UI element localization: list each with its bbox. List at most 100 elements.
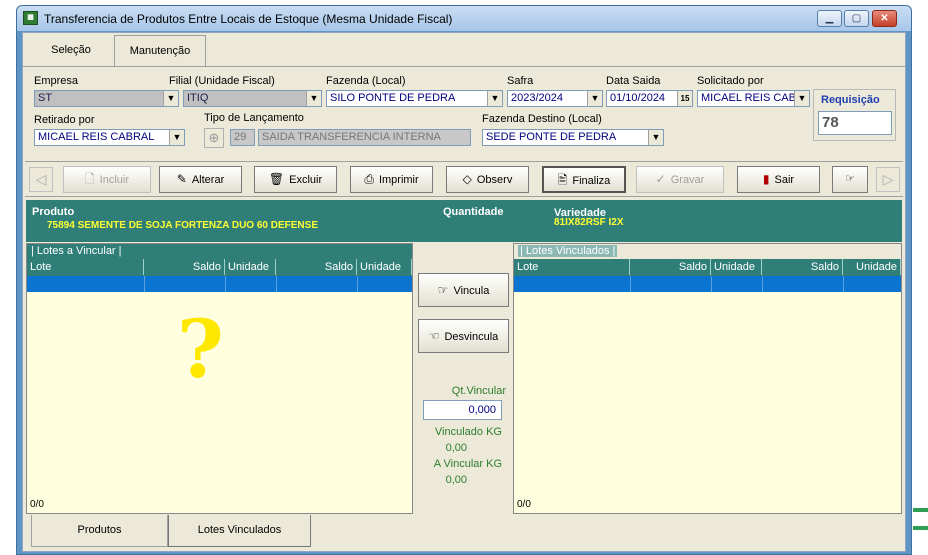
edit-icon: ✎	[176, 172, 187, 186]
left-grid-counter: 0/0	[30, 499, 44, 510]
column-lote[interactable]: Lote	[514, 259, 630, 275]
lotes-vinculados-grid[interactable]: | Lotes Vinculados | Lote Saldo Unidade …	[513, 243, 902, 514]
background-fragment	[913, 508, 928, 512]
checkmark-icon: ✓	[655, 172, 666, 186]
tipo-description-field: SAIDA TRANSFERENCIA INTERNA	[258, 129, 471, 146]
chevron-down-icon[interactable]: ▼	[306, 91, 321, 106]
produto-value: 75894 SEMENTE DE SOJA FORTENZA DUO 60 DE…	[47, 220, 318, 231]
solicitado-select[interactable]: MICAEL REIS CABR ▼	[697, 90, 810, 107]
table-row[interactable]	[27, 276, 412, 292]
tab-lotes-vinculados[interactable]: Lotes Vinculados	[168, 515, 311, 547]
excluir-button[interactable]: 🗑 Excluir	[254, 166, 337, 193]
right-grid-counter: 0/0	[517, 499, 531, 510]
toolbar: ◁ 🗋 Incluir ✎ Alterar 🗑 Excluir ⎙ Imprimir ◇…	[25, 161, 903, 197]
vincula-button[interactable]: ☞ Vincula	[418, 273, 509, 307]
chevron-down-icon[interactable]: ▼	[169, 130, 184, 145]
finalize-document-icon: 🖹	[557, 173, 568, 187]
lotes-a-vincular-grid[interactable]: | Lotes a Vincular | Lote Saldo Unidade …	[26, 243, 413, 514]
exit-door-icon: ▮	[762, 172, 770, 186]
alterar-button[interactable]: ✎ Alterar	[159, 166, 242, 193]
a-vincular-kg-label: A Vincular KG	[433, 458, 502, 470]
filial-label: Filial (Unidade Fiscal)	[169, 75, 275, 87]
chevron-down-icon[interactable]: ▼	[794, 91, 809, 106]
document-icon: 🗋	[85, 172, 95, 186]
client-area: Seleção Manutenção Empresa Filial (Unida…	[22, 32, 906, 552]
retirado-select[interactable]: MICAEL REIS CABRAL ▼	[34, 129, 185, 146]
lotes-a-vincular-title: | Lotes a Vincular |	[27, 244, 412, 259]
pointing-hand-icon: ☞	[845, 173, 855, 185]
question-mark-annotation: ?	[177, 302, 224, 396]
eraser-icon: ◇	[462, 172, 472, 186]
retirado-label: Retirado por	[34, 114, 95, 126]
column-saldo[interactable]: Saldo	[762, 259, 843, 275]
destino-select[interactable]: SEDE PONTE DE PEDRA ▼	[482, 129, 664, 146]
qt-vincular-label: Qt.Vincular	[451, 385, 506, 397]
pointing-hand-button[interactable]: ☞	[832, 166, 868, 193]
calendar-icon[interactable]: 15	[677, 91, 692, 106]
tipo-code-field: 29	[230, 129, 255, 146]
close-button[interactable]: ✕	[872, 10, 897, 27]
tab-selecao[interactable]: Seleção	[28, 35, 114, 66]
tab-manutencao[interactable]: Manutenção	[114, 35, 206, 66]
chevron-down-icon[interactable]: ▼	[487, 91, 502, 106]
prev-arrow-icon[interactable]: ◁	[29, 167, 53, 192]
fazenda-select[interactable]: SILO PONTE DE PEDRA ▼	[326, 90, 503, 107]
vinculado-kg-value: 0,00	[445, 442, 467, 454]
filial-select[interactable]: ITIQ ▼	[183, 90, 322, 107]
background-fragment	[913, 526, 928, 530]
tipo-label: Tipo de Lançamento	[204, 112, 304, 124]
a-vincular-kg-value: 0,00	[445, 474, 467, 486]
column-unidade[interactable]: Unidade	[711, 259, 762, 275]
minimize-button[interactable]: ▁	[817, 10, 842, 27]
produto-label: Produto	[32, 206, 75, 218]
chevron-down-icon[interactable]: ▼	[587, 91, 602, 106]
column-unidade[interactable]: Unidade	[225, 259, 276, 275]
product-header: Produto 75894 SEMENTE DE SOJA FORTENZA D…	[26, 200, 902, 242]
chevron-down-icon[interactable]: ▼	[163, 91, 178, 106]
safra-select[interactable]: 2023/2024 ▼	[507, 90, 603, 107]
column-saldo[interactable]: Saldo	[630, 259, 711, 275]
tab-divider	[23, 66, 905, 67]
gravar-button[interactable]: ✓ Gravar	[636, 166, 724, 193]
finaliza-button[interactable]: 🖹 Finaliza	[542, 166, 626, 193]
title-bar[interactable]: ▦ Transferencia de Produtos Entre Locais…	[17, 6, 911, 31]
incluir-button[interactable]: 🗋 Incluir	[63, 166, 151, 193]
column-unidade[interactable]: Unidade	[357, 259, 412, 275]
column-saldo[interactable]: Saldo	[276, 259, 357, 275]
column-unidade[interactable]: Unidade	[843, 259, 901, 275]
requisicao-box: Requisição 78	[813, 89, 896, 141]
imprimir-button[interactable]: ⎙ Imprimir	[350, 166, 433, 193]
left-grid-header: Lote Saldo Unidade Saldo Unidade	[27, 259, 412, 276]
table-row[interactable]	[514, 276, 901, 292]
variedade-value: 81IX82RSF I2X	[554, 217, 624, 228]
app-grid-icon: ▦	[23, 11, 38, 25]
maximize-button[interactable]: ▢	[844, 10, 869, 27]
window-title: Transferencia de Produtos Entre Locais d…	[44, 12, 453, 26]
fazenda-label: Fazenda (Local)	[326, 75, 406, 87]
middle-panel: ☞ Vincula ☜ Desvincula Qt.Vincular 0,000 V…	[416, 243, 511, 514]
column-lote[interactable]: Lote	[27, 259, 144, 275]
observ-button[interactable]: ◇ Observ	[446, 166, 529, 193]
requisicao-label: Requisição	[821, 94, 880, 106]
solicitado-label: Solicitado por	[697, 75, 764, 87]
desvincula-button[interactable]: ☜ Desvincula	[418, 319, 509, 353]
data-saida-field[interactable]: 01/10/2024 15	[606, 90, 693, 107]
empresa-select[interactable]: ST ▼	[34, 90, 179, 107]
data-saida-label: Data Saida	[606, 75, 661, 87]
quantidade-label: Quantidade	[443, 206, 504, 218]
empresa-label: Empresa	[34, 75, 79, 87]
column-saldo[interactable]: Saldo	[144, 259, 225, 275]
sair-button[interactable]: ▮ Sair	[737, 166, 820, 193]
zoom-search-icon[interactable]: ⊕	[204, 128, 224, 148]
qt-vincular-input[interactable]: 0,000	[423, 400, 502, 420]
tab-produtos[interactable]: Produtos	[31, 515, 168, 547]
pointing-hand-icon: ☞	[437, 283, 449, 297]
next-arrow-icon[interactable]: ▷	[876, 167, 900, 192]
trash-icon: 🗑	[268, 172, 285, 186]
main-window: ▦ Transferencia de Produtos Entre Locais…	[16, 5, 912, 555]
destino-label: Fazenda Destino (Local)	[482, 113, 602, 125]
requisicao-field[interactable]: 78	[818, 111, 892, 135]
chevron-down-icon[interactable]: ▼	[648, 130, 663, 145]
right-grid-header: Lote Saldo Unidade Saldo Unidade	[514, 259, 901, 276]
pointing-hand-left-icon: ☜	[428, 329, 440, 343]
